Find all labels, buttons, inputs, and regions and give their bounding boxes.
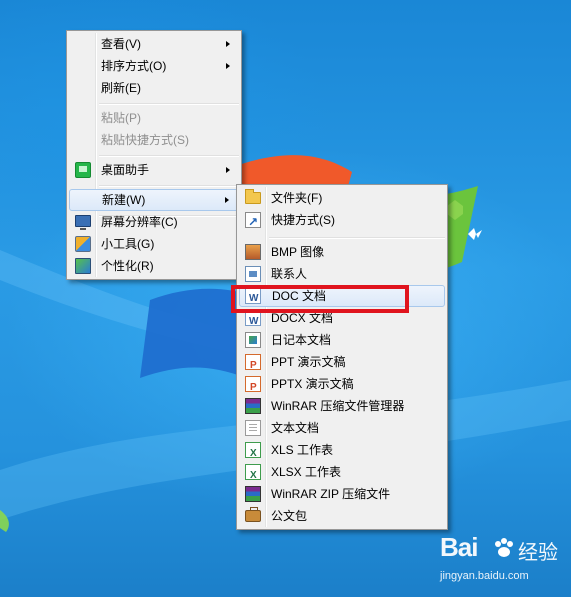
menu-item-label: BMP 图像 — [271, 245, 325, 259]
new-item-journal-document[interactable]: 日记本文档 — [239, 329, 445, 351]
submenu-arrow-icon — [226, 167, 230, 173]
new-item-xls-worksheet[interactable]: XLS 工作表 — [239, 439, 445, 465]
submenu-arrow-icon — [226, 63, 230, 69]
menu-item-label: 快捷方式(S) — [271, 213, 335, 227]
gadgets-icon — [75, 236, 91, 252]
menu-item-view[interactable]: 查看(V) — [69, 33, 239, 55]
new-submenu: 文件夹(F) 快捷方式(S) BMP 图像 联系人 DOC 文档 DOCX 文档… — [236, 184, 448, 530]
menu-item-label: 公文包 — [271, 509, 308, 523]
menu-item-new[interactable]: 新建(W) — [69, 189, 239, 211]
menu-item-label: 排序方式(O) — [101, 59, 167, 73]
submenu-arrow-icon — [226, 41, 230, 47]
menu-item-label: 日记本文档 — [271, 333, 332, 347]
new-item-shortcut[interactable]: 快捷方式(S) — [239, 209, 445, 233]
annotation-highlight-box — [231, 285, 409, 313]
menu-item-label: PPTX 演示文稿 — [271, 377, 354, 391]
menu-item-desktop-assistant[interactable]: 桌面助手 — [69, 159, 239, 181]
powerpoint-icon — [245, 354, 261, 377]
new-item-winrar-zip[interactable]: WinRAR ZIP 压缩文件 — [239, 483, 445, 505]
menu-item-label: 粘贴(P) — [101, 111, 141, 125]
menu-item-paste-shortcut: 粘贴快捷方式(S) — [69, 129, 239, 151]
menu-item-sort-by[interactable]: 排序方式(O) — [69, 55, 239, 77]
menu-item-label: 文件夹(F) — [271, 191, 323, 205]
new-item-pptx-presentation[interactable]: PPTX 演示文稿 — [239, 373, 445, 399]
new-item-ppt-presentation[interactable]: PPT 演示文稿 — [239, 351, 445, 377]
menu-item-paste: 粘贴(P) — [69, 107, 239, 129]
menu-separator — [99, 185, 239, 187]
menu-item-label: 查看(V) — [101, 37, 141, 51]
menu-item-label: 文本文档 — [271, 421, 320, 435]
menu-item-label: PPT 演示文稿 — [271, 355, 346, 369]
folder-icon — [245, 189, 261, 204]
menu-item-label: 个性化(R) — [101, 259, 154, 273]
menu-item-refresh[interactable]: 刷新(E) — [69, 77, 239, 99]
winrar-icon — [245, 486, 261, 502]
menu-item-label: 新建(W) — [102, 193, 146, 207]
menu-item-label: XLSX 工作表 — [271, 465, 342, 479]
menu-item-label: 粘贴快捷方式(S) — [101, 133, 189, 147]
new-item-xlsx-worksheet[interactable]: XLSX 工作表 — [239, 461, 445, 487]
baidu-paw-icon — [495, 538, 513, 557]
excel-icon — [245, 464, 261, 487]
watermark-jingyan-text: 经验 — [518, 542, 558, 564]
menu-item-label: 屏幕分辨率(C) — [101, 215, 178, 229]
menu-item-gadgets[interactable]: 小工具(G) — [69, 233, 239, 255]
new-item-folder[interactable]: 文件夹(F) — [239, 187, 445, 209]
shortcut-icon — [245, 211, 261, 233]
monitor-icon — [75, 215, 91, 230]
new-item-bmp-image[interactable]: BMP 图像 — [239, 241, 445, 263]
menu-item-label: 桌面助手 — [101, 163, 150, 177]
briefcase-icon — [245, 507, 261, 522]
menu-separator — [99, 155, 239, 157]
menu-item-label: DOCX 文档 — [271, 311, 334, 325]
desktop-assistant-icon — [75, 162, 91, 178]
menu-item-label: WinRAR ZIP 压缩文件 — [271, 487, 391, 501]
powerpoint-icon — [245, 376, 261, 399]
menu-item-label: 联系人 — [271, 267, 308, 281]
journal-icon — [245, 332, 261, 348]
baidu-jingyan-watermark: Bai 经验 jingyan.baidu.com — [440, 532, 568, 592]
menu-item-screen-resolution[interactable]: 屏幕分辨率(C) — [69, 211, 239, 233]
personalize-icon — [75, 258, 91, 274]
winrar-icon — [245, 398, 261, 414]
watermark-logo-text: Bai — [440, 532, 478, 562]
desktop-context-menu: 查看(V) 排序方式(O) 刷新(E) 粘贴(P) 粘贴快捷方式(S) 桌面助手… — [66, 30, 242, 280]
bitmap-image-icon — [245, 244, 261, 260]
menu-item-label: XLS 工作表 — [271, 443, 334, 457]
contact-icon — [245, 266, 261, 282]
new-item-winrar-archive[interactable]: WinRAR 压缩文件管理器 — [239, 395, 445, 417]
menu-item-personalize[interactable]: 个性化(R) — [69, 255, 239, 277]
new-item-text-document[interactable]: 文本文档 — [239, 417, 445, 439]
submenu-arrow-icon — [225, 197, 229, 203]
excel-icon — [245, 442, 261, 465]
menu-item-label: 刷新(E) — [101, 81, 141, 95]
menu-item-label: 小工具(G) — [101, 237, 155, 251]
text-document-icon — [245, 420, 261, 436]
new-item-briefcase[interactable]: 公文包 — [239, 505, 445, 527]
new-item-contact[interactable]: 联系人 — [239, 263, 445, 285]
menu-separator — [269, 237, 445, 239]
menu-separator — [99, 103, 239, 105]
watermark-url: jingyan.baidu.com — [440, 570, 529, 582]
menu-item-label: WinRAR 压缩文件管理器 — [271, 399, 405, 413]
